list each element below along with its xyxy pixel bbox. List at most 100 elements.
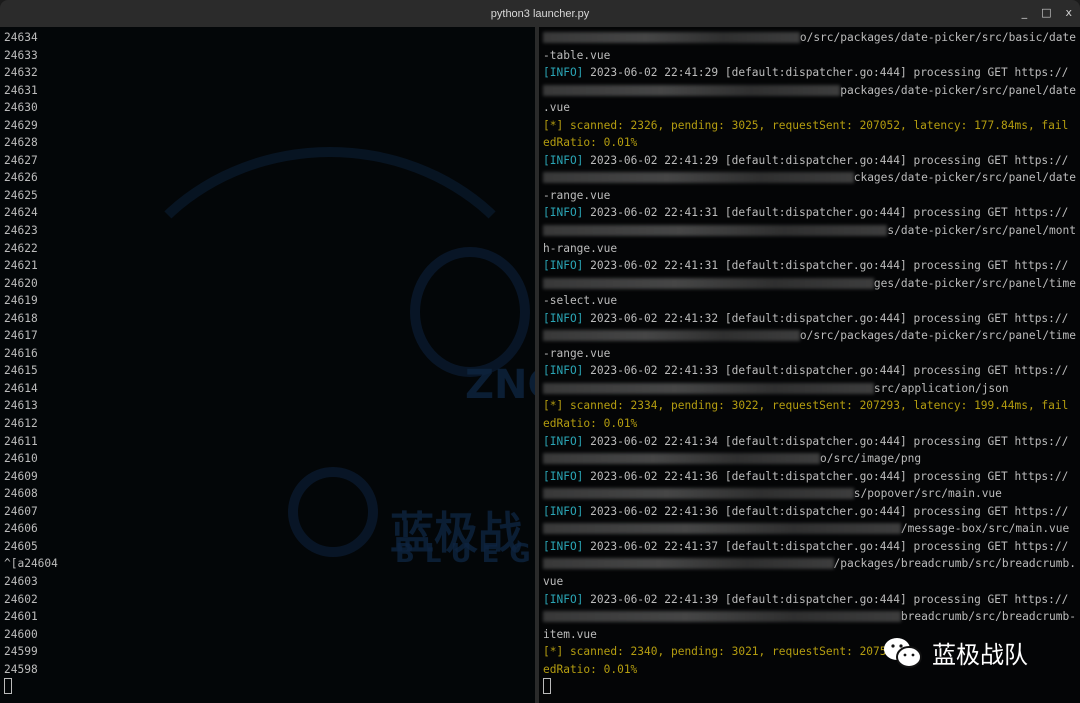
- output-line: 24613: [4, 399, 38, 413]
- log-line: /packages/breadcrumb/src/breadcrumb.: [543, 555, 1076, 573]
- output-line: 24617: [4, 329, 38, 343]
- log-line: o/src/packages/date-picker/src/panel/tim…: [543, 327, 1076, 345]
- log-line: [INFO] 2023-06-02 22:41:31 [default:disp…: [543, 204, 1076, 222]
- redacted-url: [543, 32, 800, 43]
- log-level-tag: [INFO]: [543, 206, 584, 220]
- output-line: 24608: [4, 487, 38, 501]
- log-line: ges/date-picker/src/panel/time: [543, 275, 1076, 293]
- log-line: -select.vue: [543, 292, 1076, 310]
- output-line: 24600: [4, 627, 38, 641]
- log-line: /message-box/src/main.vue: [543, 520, 1076, 538]
- output-line: 24610: [4, 452, 38, 466]
- maximize-button[interactable]: □: [1041, 6, 1051, 19]
- log-text: item.vue: [543, 627, 597, 641]
- output-line: 24629: [4, 118, 38, 132]
- left-terminal-pane[interactable]: ZNCK 蓝极战 BLUEG 2463424633246322463124630…: [0, 27, 535, 703]
- output-line: 24609: [4, 469, 38, 483]
- terminal-output: o/src/packages/date-picker/src/basic/dat…: [543, 29, 1076, 696]
- log-level-tag: [INFO]: [543, 592, 584, 606]
- log-line: [INFO] 2023-06-02 22:41:36 [default:disp…: [543, 503, 1076, 521]
- log-text: packages/date-picker/src/panel/date: [840, 83, 1076, 97]
- redacted-url: [543, 330, 800, 342]
- output-line: 24622: [4, 241, 38, 255]
- output-line: 24615: [4, 364, 38, 378]
- log-text: ckages/date-picker/src/panel/date: [853, 171, 1076, 185]
- log-line: packages/date-picker/src/panel/date: [543, 82, 1076, 100]
- output-line: 24598: [4, 662, 38, 676]
- scan-status: edRatio: 0.01%: [543, 136, 638, 150]
- log-level-tag: [INFO]: [543, 504, 584, 518]
- log-level-tag: [INFO]: [543, 311, 584, 325]
- log-line: [INFO] 2023-06-02 22:41:32 [default:disp…: [543, 310, 1076, 328]
- output-line: 24634: [4, 31, 38, 44]
- log-text: 2023-06-02 22:41:39 [default:dispatcher.…: [583, 592, 1069, 606]
- terminal-output: 24634 24633 24632 24631 24630 24629 24628 24627…: [4, 29, 531, 696]
- log-text: src/application/json: [873, 381, 1076, 395]
- output-line: 24606: [4, 522, 38, 536]
- log-text: ges/date-picker/src/panel/time: [873, 276, 1076, 290]
- wechat-overlay: 蓝极战队: [882, 635, 1028, 670]
- log-text: vue: [543, 574, 564, 588]
- log-line: [INFO] 2023-06-02 22:41:39 [default:disp…: [543, 591, 1076, 609]
- log-line: .vue: [543, 99, 1076, 117]
- log-text: 2023-06-02 22:41:36 [default:dispatcher.…: [583, 469, 1069, 483]
- redacted-url: [543, 172, 854, 184]
- output-line: 24612: [4, 417, 38, 431]
- log-line: [INFO] 2023-06-02 22:41:29 [default:disp…: [543, 152, 1076, 170]
- log-line: vue: [543, 573, 1076, 591]
- scan-status: [*] scanned: 2326, pending: 3025, reques…: [543, 118, 1069, 132]
- log-text: 2023-06-02 22:41:33 [default:dispatcher.…: [583, 364, 1069, 378]
- window-title: python3 launcher.py: [490, 7, 590, 20]
- log-line: edRatio: 0.01%: [543, 415, 1076, 433]
- output-line: 24620: [4, 276, 38, 290]
- log-text: s/popover/src/main.vue: [853, 487, 1076, 501]
- output-line: 24632: [4, 66, 38, 80]
- redacted-url: [543, 488, 854, 500]
- right-terminal-pane[interactable]: o/src/packages/date-picker/src/basic/dat…: [539, 27, 1080, 703]
- log-line: [INFO] 2023-06-02 22:41:31 [default:disp…: [543, 257, 1076, 275]
- log-line: s/popover/src/main.vue: [543, 485, 1076, 503]
- log-line: -range.vue: [543, 187, 1076, 205]
- log-level-tag: [INFO]: [543, 364, 584, 378]
- log-text: 2023-06-02 22:41:31 [default:dispatcher.…: [583, 259, 1069, 273]
- output-line: ^[a24604: [4, 557, 58, 571]
- output-line: 24626: [4, 171, 38, 185]
- output-line: 24630: [4, 101, 38, 115]
- wechat-icon: [884, 637, 922, 668]
- log-level-tag: [INFO]: [543, 539, 584, 553]
- output-line: 24618: [4, 311, 38, 325]
- log-line: [INFO] 2023-06-02 22:41:29 [default:disp…: [543, 64, 1076, 82]
- output-line: 24633: [4, 48, 38, 62]
- log-text: -range.vue: [543, 188, 611, 202]
- redacted-url: [543, 277, 874, 289]
- output-line: 24616: [4, 346, 38, 360]
- terminal-cursor: [4, 678, 12, 695]
- output-line: 24623: [4, 224, 38, 238]
- output-line: 24614: [4, 381, 38, 395]
- output-line: 24631: [4, 83, 38, 97]
- close-button[interactable]: x: [1065, 6, 1072, 19]
- scan-status: [*] scanned: 2334, pending: 3022, reques…: [543, 399, 1069, 413]
- log-level-tag: [INFO]: [543, 434, 584, 448]
- log-text: o/src/packages/date-picker/src/basic/dat…: [799, 31, 1076, 44]
- log-text: 2023-06-02 22:41:31 [default:dispatcher.…: [583, 206, 1069, 220]
- log-text: 2023-06-02 22:41:29 [default:dispatcher.…: [583, 153, 1069, 167]
- log-line: o/src/image/png: [543, 450, 1076, 468]
- scan-status: edRatio: 0.01%: [543, 662, 638, 676]
- log-text: -range.vue: [543, 346, 611, 360]
- log-text: breadcrumb/src/breadcrumb-: [900, 610, 1076, 624]
- scan-status: [*] scanned: 2340, pending: 3021, reques…: [543, 645, 887, 659]
- redacted-url: [543, 225, 888, 237]
- output-line: 24621: [4, 259, 38, 273]
- output-line: 24601: [4, 610, 38, 624]
- minimize-button[interactable]: _: [1022, 6, 1028, 19]
- log-line: [*] scanned: 2334, pending: 3022, reques…: [543, 397, 1076, 415]
- redacted-url: [543, 611, 901, 623]
- log-line: h-range.vue: [543, 240, 1076, 258]
- log-text: 2023-06-02 22:41:29 [default:dispatcher.…: [583, 66, 1069, 80]
- redacted-url: [543, 453, 821, 465]
- scan-status: edRatio: 0.01%: [543, 417, 638, 431]
- log-text: 2023-06-02 22:41:34 [default:dispatcher.…: [583, 434, 1069, 448]
- log-line: s/date-picker/src/panel/mont: [543, 222, 1076, 240]
- log-text: s/date-picker/src/panel/mont: [887, 224, 1076, 238]
